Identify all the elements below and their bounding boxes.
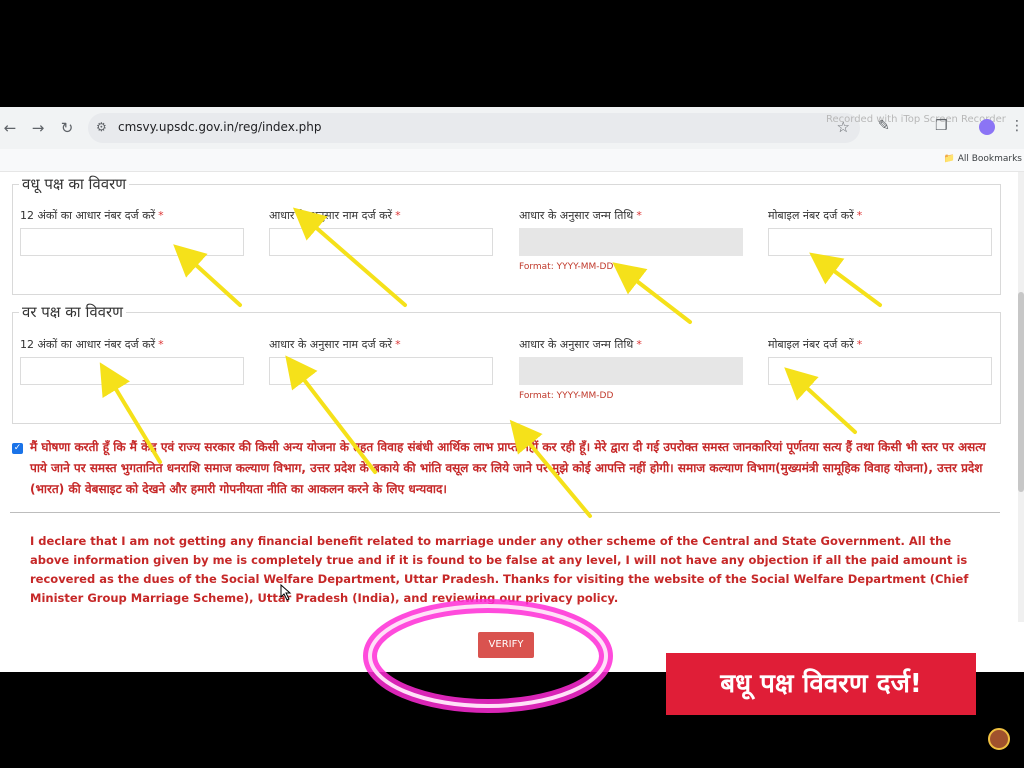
arrow-bride-name	[292, 207, 407, 307]
arrow-bride-mobile	[809, 252, 882, 307]
arrow-bride-dob	[612, 262, 692, 324]
video-caption: बधू पक्ष विवरण दर्ज!	[666, 653, 976, 715]
arrow-groom-mobile	[784, 367, 857, 434]
arrow-groom-dob	[509, 419, 592, 518]
arrow-groom-aadhaar	[99, 362, 162, 464]
arrow-groom-name	[285, 355, 377, 474]
highlight-circle-core	[368, 604, 608, 708]
channel-logo	[988, 728, 1010, 750]
arrow-bride-aadhaar	[173, 244, 242, 307]
mouse-cursor-icon	[280, 583, 292, 601]
